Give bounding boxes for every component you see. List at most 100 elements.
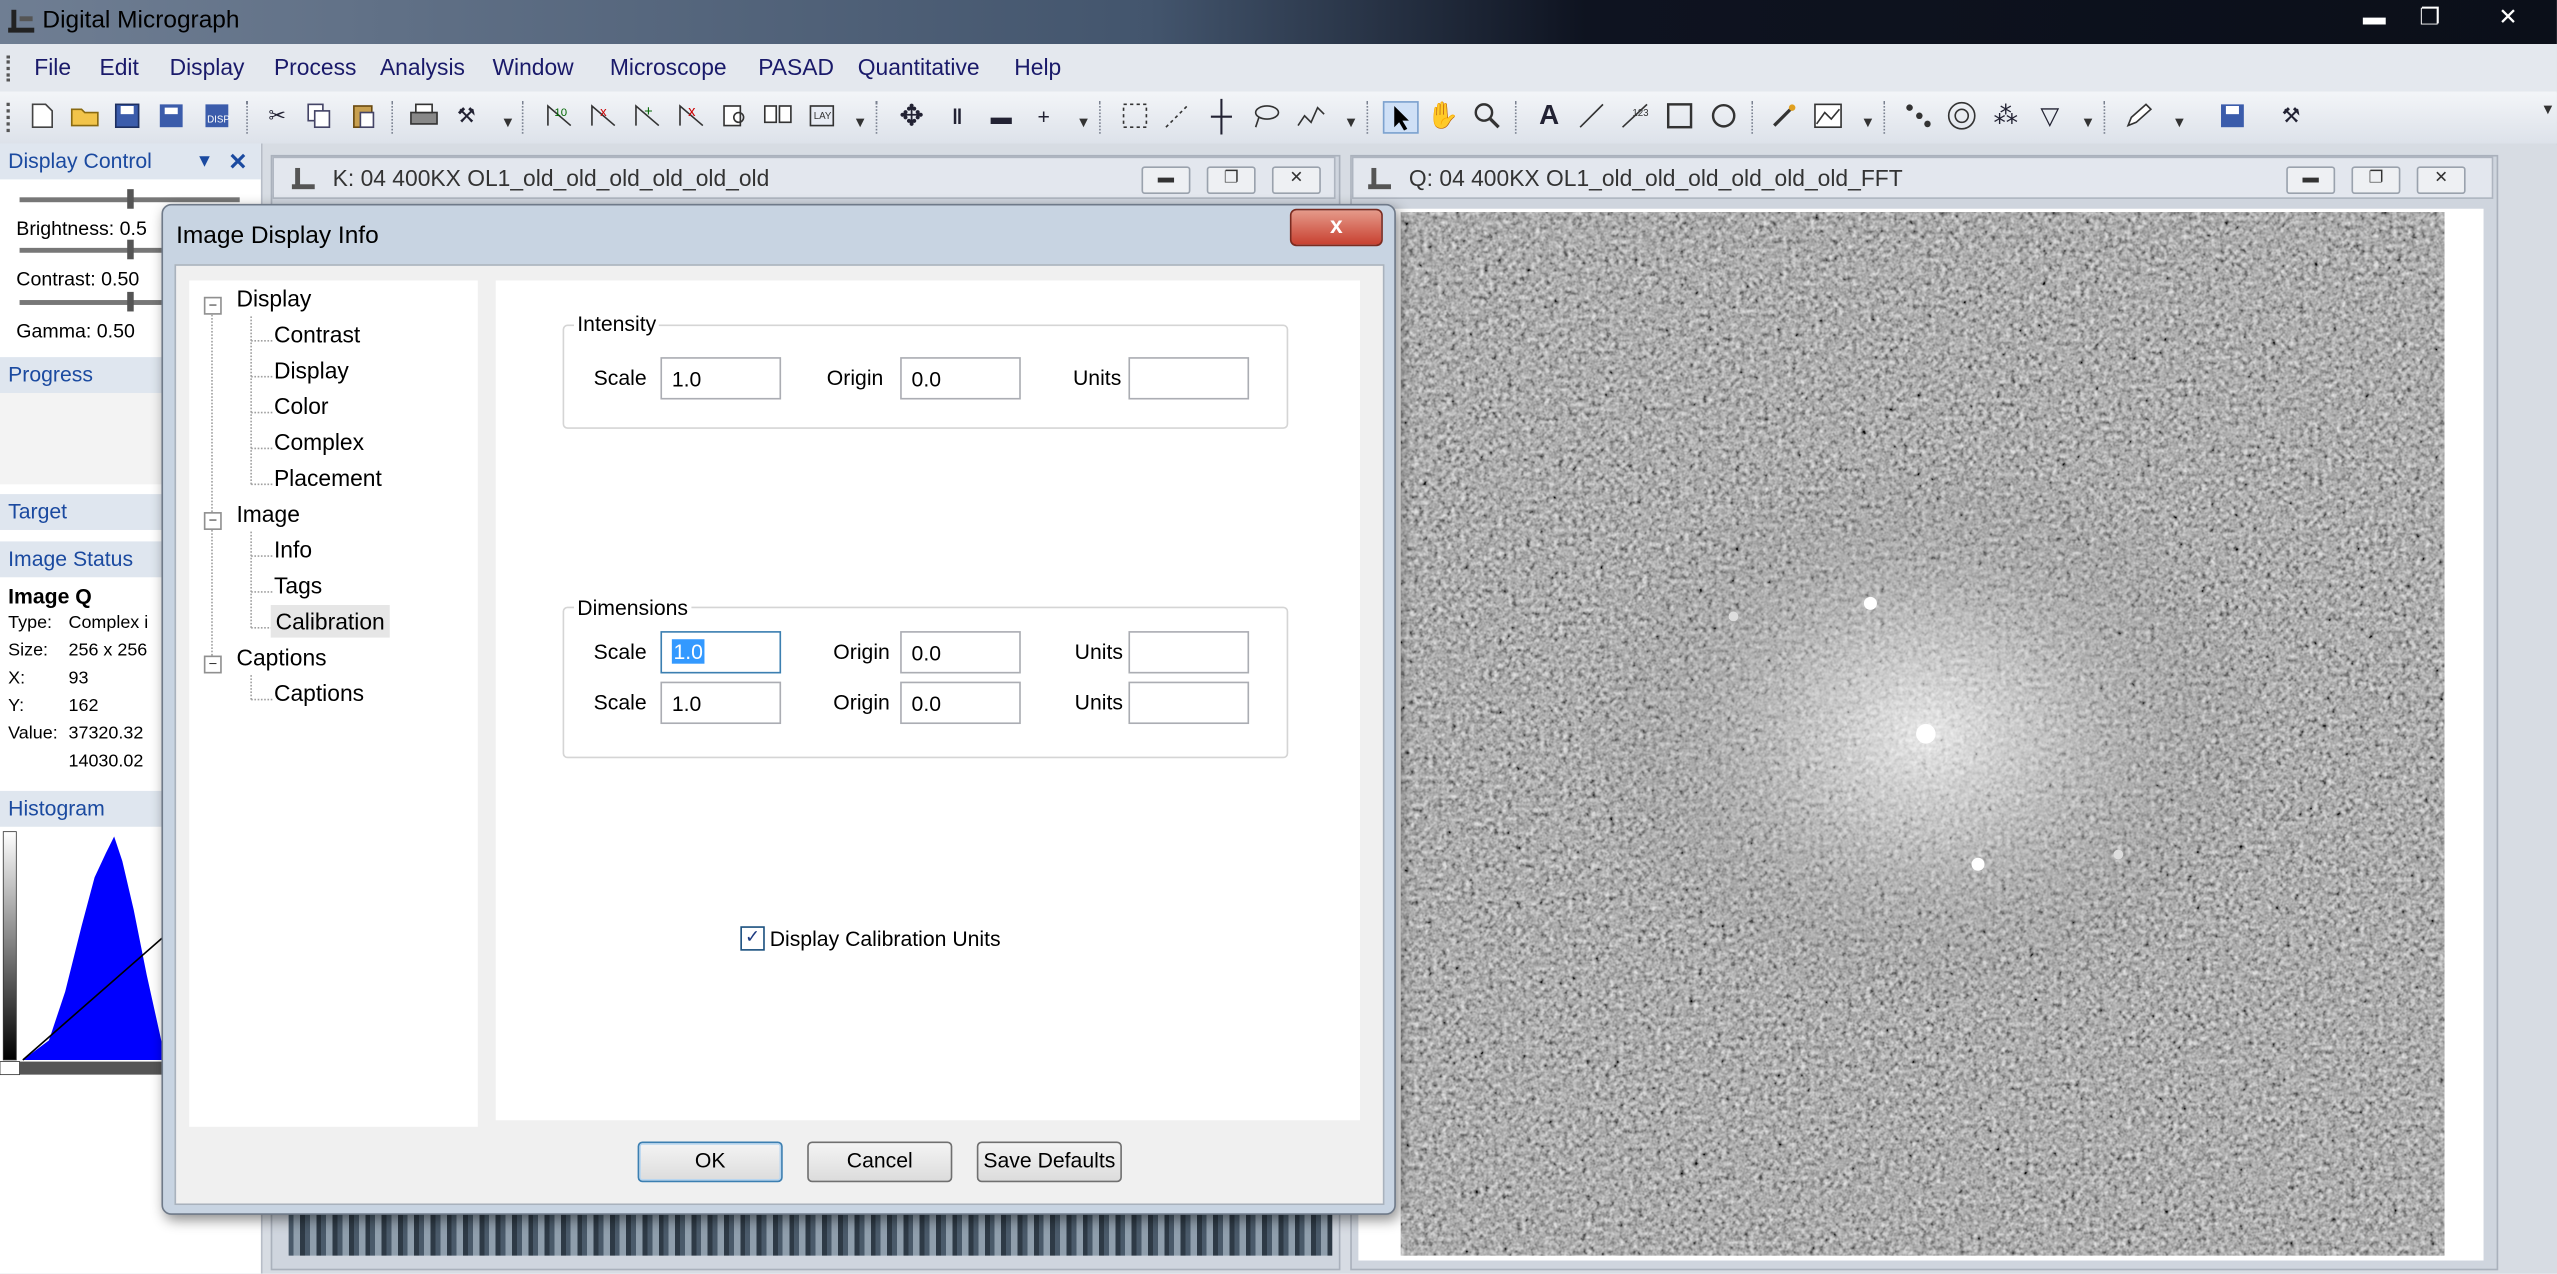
layer-icon[interactable]: LAY: [806, 101, 839, 130]
print-icon[interactable]: [408, 101, 441, 130]
freehand-icon[interactable]: [1295, 101, 1328, 130]
tree-node-calibration[interactable]: Calibration: [270, 604, 390, 638]
restore-button[interactable]: ❐: [2351, 166, 2401, 195]
hand-icon[interactable]: ✋: [1427, 101, 1460, 131]
close-button[interactable]: ✕: [1271, 166, 1321, 195]
dim1-origin-input[interactable]: [900, 631, 1021, 674]
menu-window[interactable]: Window: [492, 54, 573, 80]
tools-icon[interactable]: ⚒: [450, 101, 483, 130]
ok-button[interactable]: OK: [637, 1141, 783, 1183]
scatter-icon[interactable]: [1901, 101, 1934, 130]
menu-file[interactable]: File: [34, 54, 71, 80]
target-icon[interactable]: [1945, 101, 1978, 130]
point-icon[interactable]: +: [1027, 101, 1060, 130]
new-icon[interactable]: [26, 101, 59, 130]
tree-collapse-image[interactable]: −: [203, 512, 222, 530]
image-window-q-titlebar[interactable]: Q: 04 400KX OL1_old_old_old_old_old_old_…: [1351, 156, 2494, 199]
restore-button[interactable]: ❐: [1206, 166, 1256, 195]
funnel-icon[interactable]: ▽: [2033, 101, 2066, 131]
tree-node-image[interactable]: Image: [236, 501, 299, 527]
dim2-scale-input[interactable]: [660, 681, 782, 725]
intensity-scale-input[interactable]: [660, 357, 782, 400]
chevron-down-icon[interactable]: ▼: [853, 114, 868, 130]
fft-image-canvas[interactable]: [1400, 211, 2445, 1256]
menu-microscope[interactable]: Microscope: [610, 54, 727, 80]
minimize-button[interactable]: ▬: [1141, 166, 1191, 195]
menu-quantitative[interactable]: Quantitative: [858, 54, 980, 80]
tree-node-display[interactable]: Display: [236, 285, 311, 311]
vertical-line-icon[interactable]: ‖: [941, 101, 974, 130]
zoom-page-icon[interactable]: [719, 101, 752, 130]
menu-help[interactable]: Help: [1014, 54, 1061, 80]
chevron-down-icon[interactable]: ▼: [2081, 114, 2096, 130]
dialog-close-button[interactable]: x: [1289, 208, 1383, 247]
text-icon[interactable]: A: [1533, 99, 1566, 130]
grid-dots-icon[interactable]: ⁂: [1989, 101, 2022, 131]
save-icon[interactable]: [111, 101, 144, 130]
dim1-scale-input[interactable]: 1.0: [660, 631, 782, 674]
hammer-icon[interactable]: ⚒: [2275, 101, 2308, 130]
lasso-icon[interactable]: [1249, 101, 1282, 130]
add-profile-icon[interactable]: +: [631, 101, 664, 130]
save-all-icon[interactable]: [157, 101, 190, 130]
tree-collapse-captions[interactable]: −: [203, 655, 222, 674]
horizontal-line-icon[interactable]: ▬: [985, 101, 1018, 130]
chevron-down-icon[interactable]: ▼: [1861, 114, 1876, 130]
move-icon[interactable]: ✥: [895, 99, 928, 132]
ruler-icon[interactable]: 123: [1619, 101, 1652, 130]
select-arrow-icon[interactable]: [1382, 101, 1419, 134]
tree-node-info[interactable]: Info: [274, 537, 312, 563]
image-icon[interactable]: [1812, 101, 1845, 130]
dim2-units-input[interactable]: [1128, 681, 1250, 725]
slider-thumb[interactable]: [127, 291, 134, 312]
rect-icon[interactable]: [1663, 101, 1696, 130]
tree-node-captions[interactable]: Captions: [236, 644, 326, 670]
chevron-down-icon[interactable]: ▼: [1076, 114, 1091, 130]
display-control-header[interactable]: Display Control ▼ ✕: [0, 143, 261, 180]
image-window-k-titlebar[interactable]: K: 04 400KX OL1_old_old_old_old_old_old …: [272, 156, 1336, 199]
display-calibration-units-checkbox[interactable]: ✓: [740, 926, 765, 951]
pen-icon[interactable]: [2123, 101, 2156, 130]
chevron-down-icon[interactable]: ▼: [196, 144, 214, 180]
open-icon[interactable]: [68, 101, 101, 130]
chevron-down-icon[interactable]: ▼: [2172, 114, 2187, 130]
tree-node-contrast[interactable]: Contrast: [274, 321, 360, 347]
remove-profile-icon[interactable]: x: [587, 101, 620, 130]
save-small-icon[interactable]: [2216, 101, 2249, 130]
slider-thumb[interactable]: [127, 189, 134, 209]
tree-node-display-sub[interactable]: Display: [274, 357, 349, 383]
intensity-units-input[interactable]: [1128, 357, 1250, 400]
restore-button[interactable]: ❐: [2404, 0, 2456, 33]
chevron-down-icon[interactable]: ▼: [2541, 101, 2556, 117]
paste-icon[interactable]: [347, 101, 380, 130]
close-button[interactable]: ✕: [2416, 166, 2466, 195]
tree-node-tags[interactable]: Tags: [274, 572, 322, 598]
new-line-profile-icon[interactable]: 10: [543, 101, 576, 130]
tree-collapse-display[interactable]: −: [203, 296, 222, 315]
slider-thumb[interactable]: [127, 239, 134, 260]
menu-analysis[interactable]: Analysis: [380, 54, 465, 80]
menu-display[interactable]: Display: [170, 54, 245, 80]
tree-node-captions-sub[interactable]: Captions: [274, 680, 364, 706]
copy-icon[interactable]: [303, 101, 336, 130]
cross-roi-icon[interactable]: ┼: [1205, 99, 1238, 132]
delete-profile-icon[interactable]: x: [675, 101, 708, 130]
close-window-button[interactable]: ✕: [2479, 0, 2538, 33]
oval-icon[interactable]: [1707, 101, 1740, 130]
wand-icon[interactable]: [1768, 101, 1801, 130]
zoom-icon[interactable]: [1471, 101, 1504, 130]
chevron-down-icon[interactable]: ▼: [1344, 114, 1359, 130]
image-window-q[interactable]: Q: 04 400KX OL1_old_old_old_old_old_old_…: [1350, 154, 2499, 1271]
layout-icon[interactable]: [762, 101, 795, 130]
save-display-icon[interactable]: DISP: [202, 101, 235, 130]
tree-node-complex[interactable]: Complex: [274, 429, 364, 455]
tree-node-placement[interactable]: Placement: [274, 465, 382, 491]
cancel-button[interactable]: Cancel: [807, 1141, 953, 1183]
dim2-origin-input[interactable]: [900, 681, 1021, 725]
rect-roi-icon[interactable]: [1119, 101, 1152, 130]
line-roi-icon[interactable]: [1161, 101, 1194, 130]
menu-edit[interactable]: Edit: [99, 54, 138, 80]
dim1-units-input[interactable]: [1128, 631, 1250, 674]
minimize-button[interactable]: ▬: [2348, 0, 2400, 33]
save-defaults-button[interactable]: Save Defaults: [976, 1141, 1122, 1183]
